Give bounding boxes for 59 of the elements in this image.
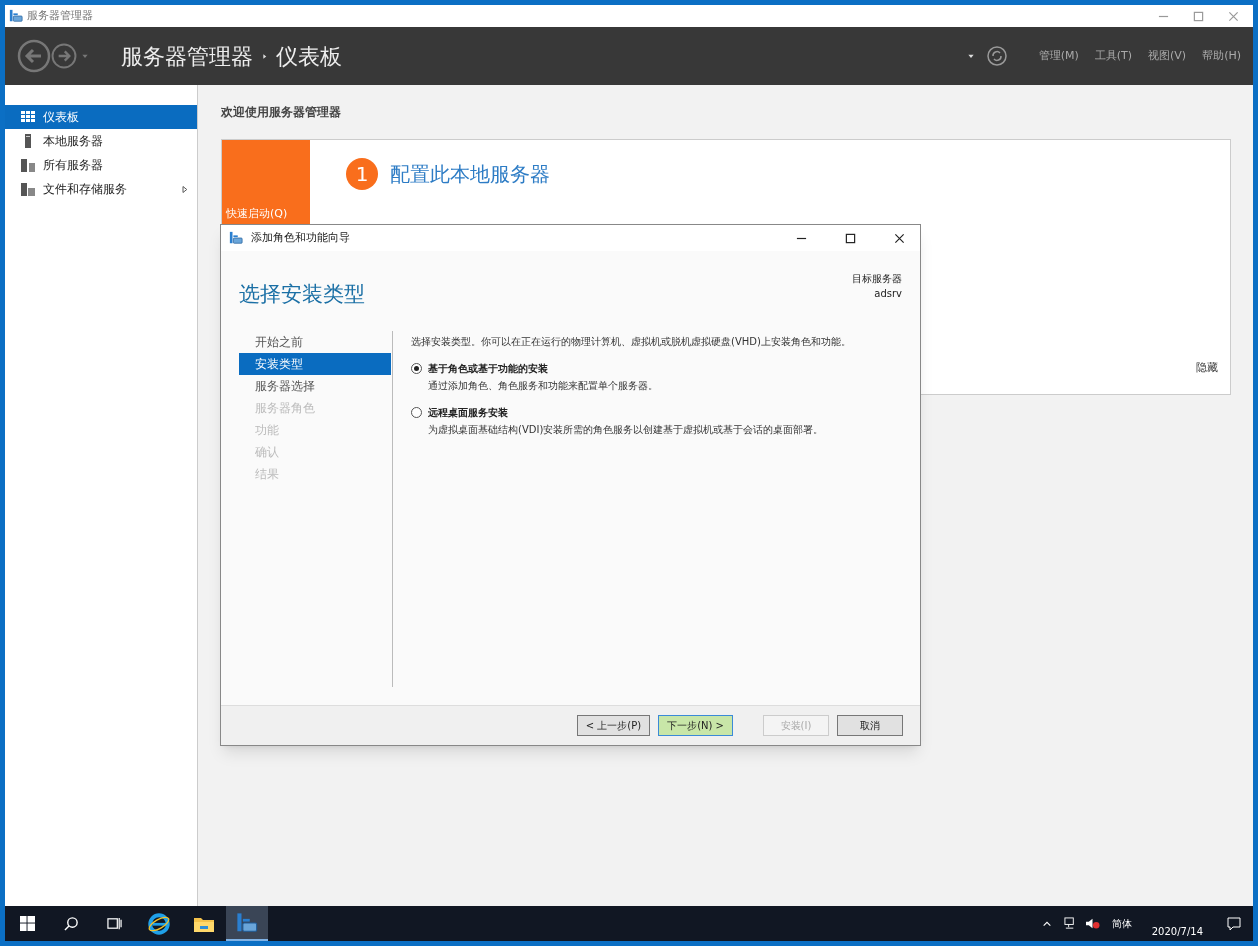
- hide-link[interactable]: 隐藏: [1196, 359, 1218, 376]
- storage-icon: [21, 182, 35, 196]
- radio-button[interactable]: [411, 406, 422, 418]
- configure-server-link[interactable]: 配置此本地服务器: [390, 159, 550, 189]
- wizard-step[interactable]: 服务器选择: [239, 374, 391, 397]
- wizard-button[interactable]: 下一步(N) >: [658, 715, 733, 736]
- search-icon[interactable]: [64, 916, 79, 931]
- sidebar-item[interactable]: 文件和存储服务: [5, 177, 197, 201]
- server-manager-icon: [9, 9, 23, 23]
- wizard-button[interactable]: < 上一步(P): [576, 715, 651, 736]
- server-manager-icon: [236, 911, 258, 934]
- wizard-icon: [229, 231, 243, 245]
- option-label[interactable]: 远程桌面服务安装: [428, 404, 508, 420]
- menu-item[interactable]: 帮助(H): [1202, 47, 1241, 65]
- network-icon[interactable]: [1063, 917, 1077, 930]
- taskbar-app-button[interactable]: [226, 906, 268, 941]
- menu-item[interactable]: 管理(M): [1038, 47, 1079, 65]
- step-number-badge: 1: [346, 158, 378, 190]
- welcome-heading: 欢迎使用服务器管理器: [221, 104, 341, 121]
- forward-button-icon[interactable]: [51, 43, 77, 69]
- servers-icon: [21, 158, 35, 172]
- intro-text: 选择安装类型。你可以在正在运行的物理计算机、虚拟机或脱机虚拟硬盘(VHD)上安装角色和功能。: [411, 334, 852, 349]
- target-server-label: 目标服务器: [852, 272, 902, 286]
- sidebar-item[interactable]: 本地服务器: [5, 129, 197, 153]
- expand-arrow-icon[interactable]: [180, 184, 189, 194]
- window-title: 服务器管理器: [27, 7, 93, 24]
- input-language[interactable]: 简体: [1111, 916, 1132, 931]
- breadcrumb-separator-icon: [261, 52, 268, 60]
- menu-item[interactable]: 视图(V): [1148, 47, 1187, 65]
- browser-icon[interactable]: [148, 912, 170, 935]
- radio-button[interactable]: [411, 362, 422, 374]
- windows-start-icon[interactable]: [20, 916, 35, 931]
- option-label[interactable]: 基于角色或基于功能的安装: [428, 360, 548, 376]
- history-caret-icon[interactable]: [81, 52, 89, 60]
- task-view-icon[interactable]: [107, 916, 122, 931]
- dashboard-grid-icon: [21, 111, 35, 123]
- clock-date[interactable]: 2020/7/14: [1151, 924, 1203, 939]
- back-button-icon[interactable]: [17, 39, 51, 73]
- muted-speaker-icon[interactable]: [1084, 917, 1100, 930]
- server-icon: [25, 134, 31, 148]
- dropdown-caret-icon[interactable]: [966, 52, 975, 60]
- maximize-icon[interactable]: [845, 232, 856, 244]
- dialog-title: 添加角色和功能向导: [251, 229, 351, 246]
- breadcrumb-item: 仪表板: [276, 42, 342, 71]
- option-description: 通过添加角色、角色服务和功能来配置单个服务器。: [428, 378, 659, 393]
- option-description: 为虚拟桌面基础结构(VDI)安装所需的角色服务以创建基于虚拟机或基于会话的桌面部署。: [428, 422, 825, 437]
- folder-icon[interactable]: [194, 915, 214, 932]
- wizard-button[interactable]: 取消: [837, 715, 903, 736]
- menu-item[interactable]: 工具(T): [1094, 47, 1133, 65]
- target-server-name: adsrv: [874, 287, 902, 301]
- wizard-step[interactable]: 安装类型: [239, 352, 391, 375]
- sidebar-item[interactable]: 仪表板: [5, 105, 197, 129]
- close-icon[interactable]: [894, 232, 905, 244]
- notification-icon[interactable]: [1227, 916, 1241, 931]
- sidebar-item[interactable]: 所有服务器: [5, 153, 197, 177]
- page-heading: 选择安装类型: [239, 281, 365, 308]
- refresh-icon[interactable]: [986, 46, 1007, 66]
- wizard-step[interactable]: 开始之前: [239, 330, 391, 353]
- breadcrumb-item: 服务器管理器: [121, 42, 253, 71]
